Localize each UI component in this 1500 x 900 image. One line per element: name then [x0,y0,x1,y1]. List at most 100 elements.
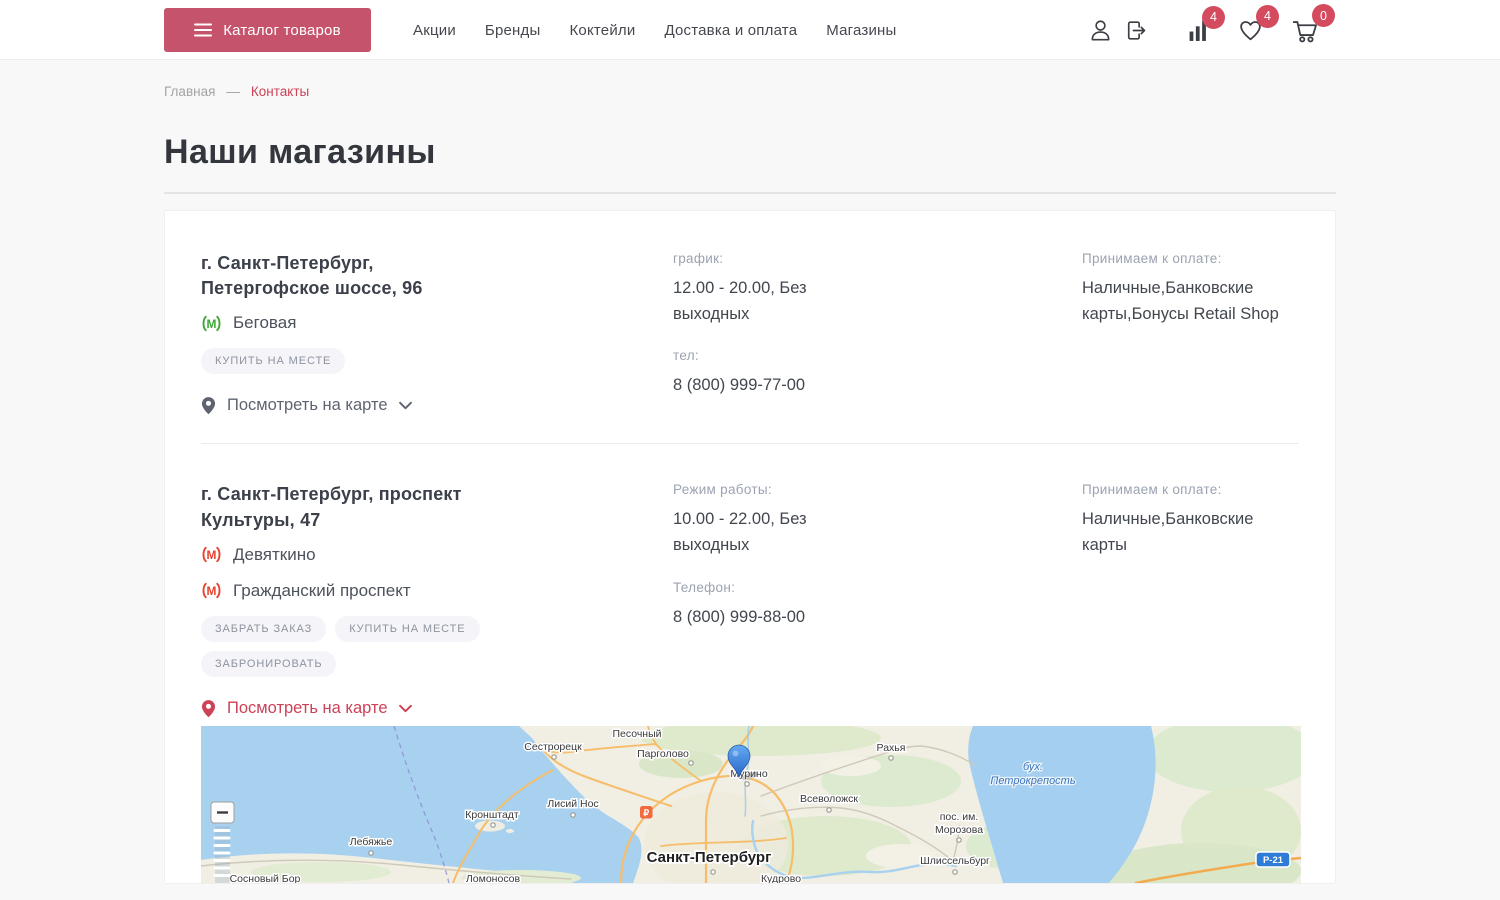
store-tag: КУПИТЬ НА МЕСТЕ [335,616,479,642]
map-town-dot [745,782,749,786]
logout-icon [1123,18,1148,43]
map-town-dot [953,870,957,874]
payment-label: Принимаем к оплате: [1082,251,1299,266]
store-schedule-column: график: 12.00 - 20.00, Без выходных тел:… [673,251,1082,415]
phone-label: Телефон: [673,580,1082,595]
nav-delivery[interactable]: Доставка и оплата [664,22,797,39]
compare-button[interactable]: 4 [1188,19,1210,42]
map-pin-icon [201,396,216,415]
map-poi-ruble-badge: ₽ [640,806,653,819]
payment-label: Принимаем к оплате: [1082,482,1299,497]
payment-value: Наличные,Банковские карты [1082,507,1299,558]
show-on-map-link[interactable]: Посмотреть на карте [201,699,412,718]
wishlist-button[interactable]: 4 [1237,18,1264,43]
metro-station: М Девяткино [201,545,673,565]
hamburger-icon [194,23,212,37]
phone-value: 8 (800) 999-88-00 [673,605,1082,631]
map-town-dot [957,838,961,842]
header: Каталог товаров Акции Бренды Коктейли До… [0,0,1500,60]
store-tag: ЗАБРАТЬ ЗАКАЗ [201,616,326,642]
breadcrumb-separator: — [226,84,240,99]
svg-text:₽: ₽ [643,808,649,818]
map-label: Сосновый Бор [230,873,301,883]
store-tags: ЗАБРАТЬ ЗАКАЗ КУПИТЬ НА МЕСТЕ ЗАБРОНИРОВ… [201,616,601,677]
title-divider [164,192,1336,194]
map-town-dot [711,870,715,874]
map-label: Сестрорецк [524,741,582,753]
map-town-dot [827,808,831,812]
map-zoom-out-button[interactable] [211,802,234,823]
nav-shops[interactable]: Магазины [826,22,896,39]
map-label: Рахья [877,742,906,754]
map-road-badge: Р-21 [1256,852,1290,867]
map-town-dot [571,813,575,817]
store-map[interactable]: ПесочныйСестрорецкПарголовоМуриноРахьяЛи… [201,726,1301,883]
map-label: Лисий Нос [547,798,598,810]
map-town-dot [552,755,556,759]
svg-text:М: М [207,584,217,598]
store-tag: ЗАБРОНИРОВАТЬ [201,651,336,677]
metro-station: М Гражданский проспект [201,581,673,601]
store-address: г. Санкт-Петербург, проспект Культуры, 4… [201,482,466,532]
map-town-dot [889,756,893,760]
cart-count-badge: 0 [1312,4,1335,27]
store-address: г. Санкт-Петербург, Петергофское шоссе, … [201,251,466,301]
catalog-button-label: Каталог товаров [223,22,341,39]
nav-brands[interactable]: Бренды [485,22,541,39]
metro-station-name: Девяткино [233,545,316,565]
account-button[interactable] [1088,18,1113,43]
map-label: Шлиссельбург [920,855,990,867]
main-nav: Акции Бренды Коктейли Доставка и оплата … [413,0,897,60]
map-label: Ломоносов [466,873,521,883]
schedule-label: график: [673,251,1082,266]
store-payment-column: Принимаем к оплате: Наличные,Банковские … [1082,482,1299,717]
map-town-dot [689,761,693,765]
phone-label: тел: [673,348,1082,363]
catalog-button[interactable]: Каталог товаров [164,8,371,52]
store-row: г. Санкт-Петербург, проспект Культуры, 4… [201,443,1299,717]
map-label: пос. им. [940,811,979,823]
map-label: Кудрово [761,873,801,883]
map-pin-icon [201,699,216,718]
cart-button[interactable]: 0 [1289,17,1320,43]
store-tag: КУПИТЬ НА МЕСТЕ [201,348,345,374]
nav-promotions[interactable]: Акции [413,22,456,39]
show-on-map-link[interactable]: Посмотреть на карте [201,396,412,415]
breadcrumb-home-link[interactable]: Главная [164,84,215,99]
stores-card: г. Санкт-Петербург, Петергофское шоссе, … [164,210,1336,884]
compare-count-badge: 4 [1202,6,1225,29]
store-schedule-column: Режим работы: 10.00 - 22.00, Без выходны… [673,482,1082,717]
logout-button[interactable] [1123,18,1148,43]
user-icon [1088,18,1113,43]
metro-station: М Беговая [201,313,673,333]
map-label: Всеволожск [800,793,858,805]
metro-icon: М [201,582,222,599]
map-label: Песочный [612,728,661,740]
metro-icon: М [201,546,222,563]
schedule-value: 12.00 - 20.00, Без выходных [673,276,858,327]
map-label: Парголово [637,748,689,760]
chevron-down-icon [399,401,412,410]
svg-text:М: М [207,548,217,562]
map-town-dot [491,823,495,827]
map-label: Кронштадт [465,809,519,821]
svg-text:Р-21: Р-21 [1263,855,1284,866]
nav-cocktails[interactable]: Коктейли [569,22,635,39]
schedule-value: 10.00 - 22.00, Без выходных [673,507,858,558]
map-label: Морозова [935,824,983,836]
store-payment-column: Принимаем к оплате: Наличные,Банковские … [1082,251,1299,415]
phone-value: 8 (800) 999-77-00 [673,373,1082,399]
show-on-map-label: Посмотреть на карте [227,396,388,415]
map-label: Петрокрепость [990,775,1076,787]
metro-icon: М [201,315,222,332]
map-label: бух. [1023,761,1043,773]
svg-text:М: М [207,317,217,331]
map-canvas[interactable]: ПесочныйСестрорецкПарголовоМуриноРахьяЛи… [201,726,1301,883]
metro-station-name: Гражданский проспект [233,581,411,601]
breadcrumb-current: Контакты [251,84,309,99]
payment-value: Наличные,Банковские карты,Бонусы Retail … [1082,276,1299,327]
breadcrumb: Главная — Контакты [0,60,1500,99]
map-label: Лебяжье [350,836,393,848]
chevron-down-icon [399,704,412,713]
map-town-dot [369,851,373,855]
